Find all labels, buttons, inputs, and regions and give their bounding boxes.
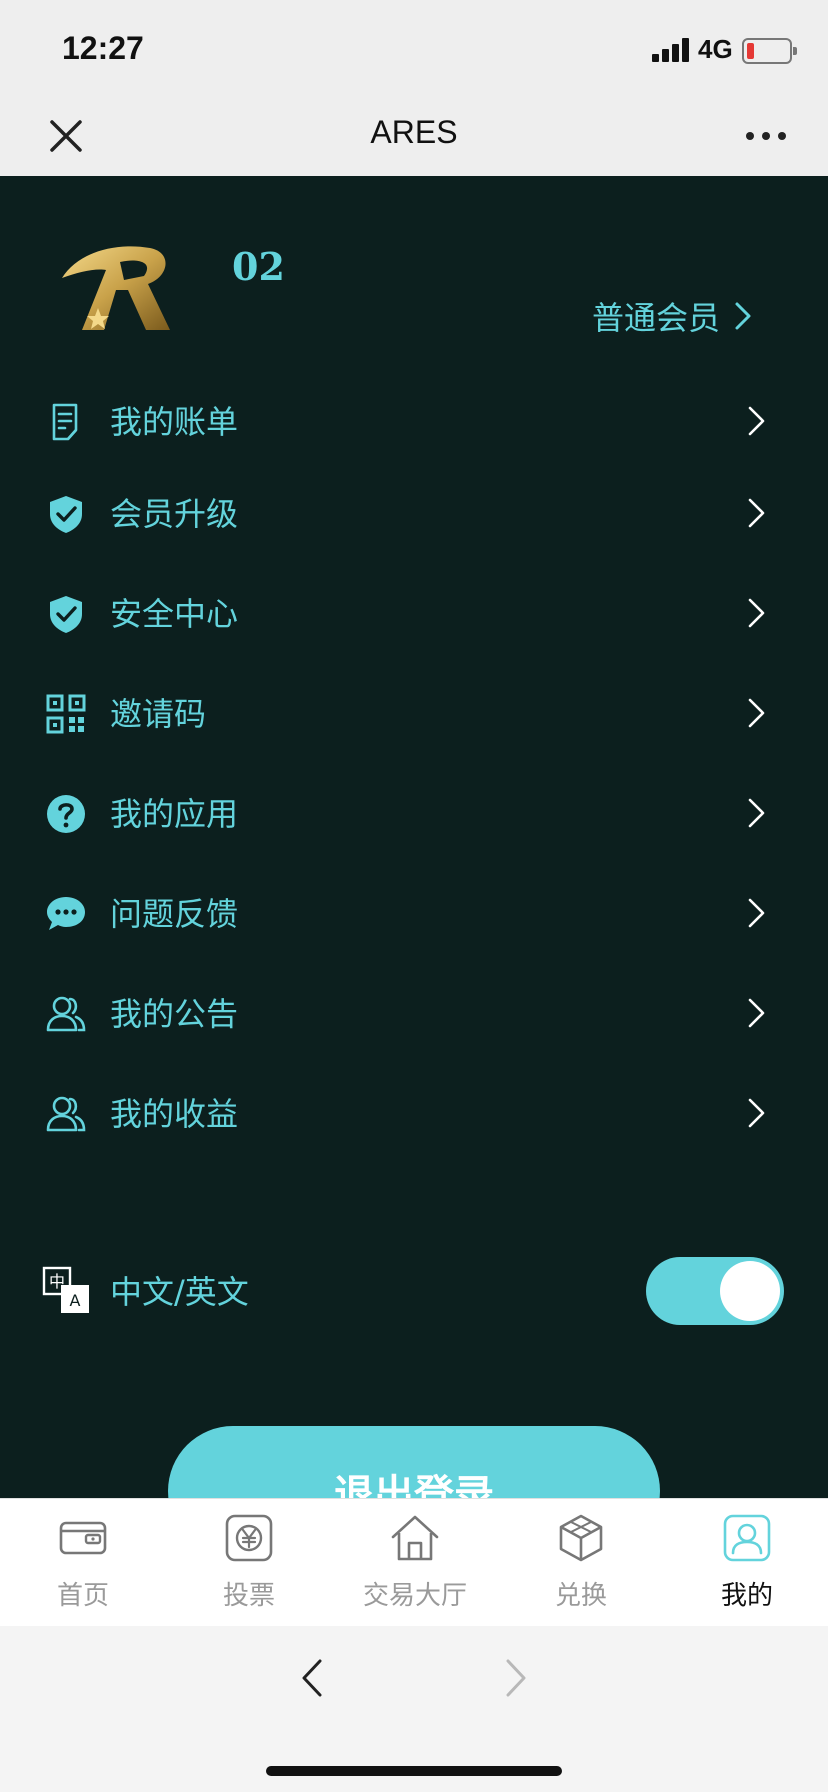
menu-item-invite-code[interactable]: 邀请码 [0,664,828,764]
battery-icon [742,38,797,64]
network-type: 4G [698,34,733,64]
forward-arrow-icon[interactable] [504,1658,528,1698]
users-icon [46,1096,86,1132]
tab-vote[interactable]: 投票 [166,1499,332,1627]
home-icon [391,1515,439,1561]
menu-label: 我的账单 [110,403,239,441]
brand-logo [62,246,170,330]
chevron-right-icon [748,898,765,928]
tab-bar: 首页 投票 交易大厅 兑换 我的 [0,1498,828,1627]
svg-text:A: A [70,1291,81,1310]
tab-exchange[interactable]: 兑换 [498,1499,664,1627]
page-title: ARES [370,114,458,150]
toggle-knob [720,1261,780,1321]
menu-label: 安全中心 [110,595,239,633]
menu-item-member-upgrade[interactable]: 会员升级 [0,464,828,564]
menu-label: 中文/英文 [110,1273,249,1311]
bill-icon [52,403,78,441]
menu-item-feedback[interactable]: 问题反馈 [0,864,828,964]
users-icon [46,996,86,1032]
back-arrow-icon[interactable] [300,1658,324,1698]
chevron-right-icon [748,406,765,436]
tab-home[interactable]: 首页 [0,1499,166,1627]
nav-bar: ARES [0,96,828,176]
yen-icon [225,1514,273,1562]
tab-mine[interactable]: 我的 [664,1499,828,1627]
menu-label: 我的收益 [110,1095,239,1133]
menu-label: 我的应用 [110,795,239,833]
tab-label: 兑换 [554,1581,607,1611]
menu-item-announcements[interactable]: 我的公告 [0,964,828,1064]
tab-label: 首页 [56,1581,109,1611]
language-toggle[interactable] [646,1257,784,1325]
menu-item-my-apps[interactable]: 我的应用 [0,764,828,864]
chevron-right-icon [748,598,765,628]
tab-label: 交易大厅 [362,1581,467,1611]
menu-label: 问题反馈 [110,895,239,933]
shield-check-icon [50,596,82,633]
menu-item-security-center[interactable]: 安全中心 [0,564,828,664]
chevron-right-icon [748,498,765,528]
tab-label: 投票 [222,1581,275,1611]
chevron-right-icon [748,998,765,1028]
member-level-label: 普通会员 [592,299,721,337]
signal-icon [652,38,692,62]
chevron-right-icon [735,302,751,330]
shield-check-icon [50,496,82,533]
menu-label: 邀请码 [110,695,207,733]
browser-toolbar [0,1626,828,1792]
status-bar: 12:27 4G [0,0,828,96]
status-time: 12:27 [62,30,144,66]
chevron-right-icon [748,698,765,728]
user-id: 02 [232,244,285,289]
member-level-link[interactable]: 普通会员 [592,292,752,340]
more-icon[interactable] [744,122,788,150]
chevron-right-icon [748,798,765,828]
home-indicator [266,1766,562,1776]
cube-icon [559,1514,603,1562]
menu-label: 会员升级 [110,495,239,533]
chevron-right-icon [748,1098,765,1128]
menu-item-earnings[interactable]: 我的收益 [0,1064,828,1164]
qr-code-icon [46,694,86,734]
menu-label: 我的公告 [110,995,239,1033]
language-icon: 中 A [42,1266,89,1313]
profile-content: 02 普通会员 我的账单 会员升级 安全中心 邀请码 我的应用 问题反馈 我的公… [0,176,828,1556]
menu-item-bill[interactable]: 我的账单 [0,372,828,472]
user-icon [723,1514,771,1562]
question-icon [47,795,85,833]
chat-bubble-icon [47,897,85,930]
wallet-icon [59,1521,107,1555]
tab-trading-hall[interactable]: 交易大厅 [332,1499,498,1627]
tab-label: 我的 [720,1581,773,1611]
